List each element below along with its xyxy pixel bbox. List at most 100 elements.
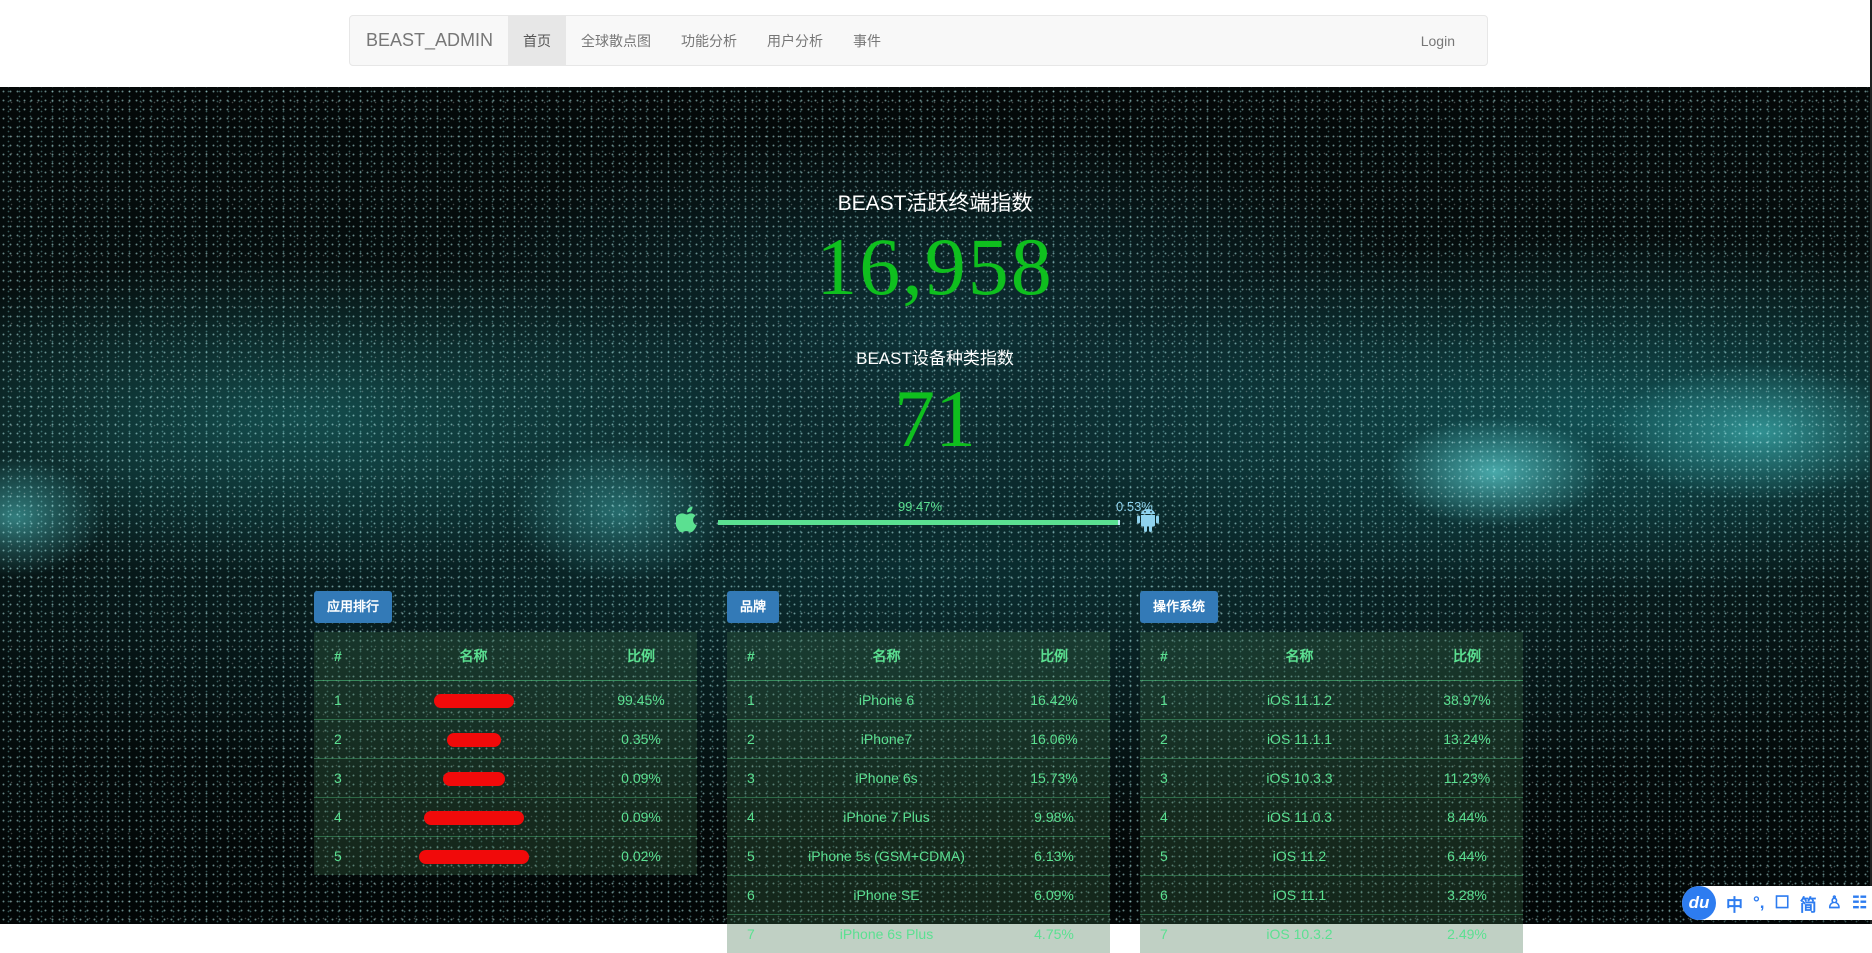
row-ratio: 0.35% xyxy=(585,720,697,759)
row-name xyxy=(362,681,585,720)
row-name: iPhone 7 Plus xyxy=(775,798,998,837)
row-rank: 6 xyxy=(1140,876,1188,915)
active-terminal-value: 16,958 xyxy=(0,220,1870,314)
table-row: 6 iOS 11.1 3.28% xyxy=(1140,876,1523,915)
ios-percentage: 99.47% xyxy=(880,499,960,514)
row-name: iOS 10.3.3 xyxy=(1188,759,1411,798)
row-ratio: 16.06% xyxy=(998,720,1110,759)
app-ranking-table: # 名称 比例 1 99.45% 2 0.35% 3 0.09% 4 0.09%… xyxy=(314,632,697,875)
row-rank: 4 xyxy=(314,798,362,837)
redacted-name xyxy=(424,811,524,825)
nav-spacer xyxy=(896,16,1406,65)
top-header: BEAST_ADMIN 首页 全球散点图 功能分析 用户分析 事件 Login xyxy=(0,0,1872,87)
os-panel: 操作系统 # 名称 比例 1 iOS 11.1.2 38.97% 2 iOS 1… xyxy=(1140,591,1523,953)
row-name: iPhone 6s xyxy=(775,759,998,798)
row-rank: 3 xyxy=(314,759,362,798)
row-name: iPhone SE xyxy=(775,876,998,915)
table-row: 6 iPhone SE 6.09% xyxy=(727,876,1110,915)
nav-item-home[interactable]: 首页 xyxy=(508,16,566,65)
row-rank: 2 xyxy=(727,720,775,759)
row-rank: 7 xyxy=(1140,915,1188,953)
table-header-row: # 名称 比例 xyxy=(727,632,1110,681)
table-row: 3 iPhone 6s 15.73% xyxy=(727,759,1110,798)
os-table: # 名称 比例 1 iOS 11.1.2 38.97% 2 iOS 11.1.1… xyxy=(1140,632,1523,953)
table-row: 5 iOS 11.2 6.44% xyxy=(1140,837,1523,876)
redacted-name xyxy=(419,850,529,864)
nav-item-user-analysis[interactable]: 用户分析 xyxy=(752,16,838,65)
table-header-row: # 名称 比例 xyxy=(1140,632,1523,681)
row-name: iPhone7 xyxy=(775,720,998,759)
row-ratio: 3.28% xyxy=(1411,876,1523,915)
row-rank: 6 xyxy=(727,876,775,915)
col-ratio: 比例 xyxy=(1411,632,1523,681)
app-ranking-button[interactable]: 应用排行 xyxy=(314,591,392,623)
apple-icon xyxy=(676,505,700,533)
col-rank: # xyxy=(314,632,362,681)
brand-link[interactable]: BEAST_ADMIN xyxy=(350,16,508,65)
row-ratio: 13.24% xyxy=(1411,720,1523,759)
nav-item-events[interactable]: 事件 xyxy=(838,16,896,65)
col-ratio: 比例 xyxy=(998,632,1110,681)
table-row: 4 iPhone 7 Plus 9.98% xyxy=(727,798,1110,837)
row-ratio: 0.09% xyxy=(585,798,697,837)
row-rank: 2 xyxy=(314,720,362,759)
ime-punctuation-button[interactable]: °, xyxy=(1753,893,1765,913)
nav-item-global-scatter[interactable]: 全球散点图 xyxy=(566,16,666,65)
row-name: iPhone 6 xyxy=(775,681,998,720)
row-rank: 4 xyxy=(727,798,775,837)
ime-toolbar: du 中 °, ☐ 简 ♙ ☷ xyxy=(1682,886,1872,920)
nav-item-feature-analysis[interactable]: 功能分析 xyxy=(666,16,752,65)
ime-chinese-mode-button[interactable]: 中 xyxy=(1726,891,1743,916)
row-ratio: 0.02% xyxy=(585,837,697,876)
ime-grid-icon[interactable]: ☷ xyxy=(1852,893,1867,913)
brand-table: # 名称 比例 1 iPhone 6 16.42% 2 iPhone7 16.0… xyxy=(727,632,1110,953)
device-type-value: 71 xyxy=(0,372,1870,466)
row-ratio: 2.49% xyxy=(1411,915,1523,953)
table-row: 7 iOS 10.3.2 2.49% xyxy=(1140,915,1523,953)
row-name: iOS 11.1 xyxy=(1188,876,1411,915)
table-row: 1 iOS 11.1.2 38.97% xyxy=(1140,681,1523,720)
brand-button[interactable]: 品牌 xyxy=(727,591,779,623)
row-ratio: 38.97% xyxy=(1411,681,1523,720)
app-ranking-panel: 应用排行 # 名称 比例 1 99.45% 2 0.35% 3 0.09% 4 … xyxy=(314,591,697,875)
row-rank: 3 xyxy=(1140,759,1188,798)
ime-simplified-button[interactable]: 简 xyxy=(1800,891,1817,916)
row-ratio: 99.45% xyxy=(585,681,697,720)
baidu-ime-logo[interactable]: du xyxy=(1682,886,1716,920)
row-ratio: 6.44% xyxy=(1411,837,1523,876)
row-name: iOS 11.1.1 xyxy=(1188,720,1411,759)
table-row: 2 iOS 11.1.1 13.24% xyxy=(1140,720,1523,759)
row-rank: 5 xyxy=(1140,837,1188,876)
table-row: 5 0.02% xyxy=(314,837,697,876)
row-rank: 1 xyxy=(727,681,775,720)
row-ratio: 8.44% xyxy=(1411,798,1523,837)
row-rank: 2 xyxy=(1140,720,1188,759)
ime-user-icon[interactable]: ♙ xyxy=(1827,893,1842,913)
os-button[interactable]: 操作系统 xyxy=(1140,591,1218,623)
table-row: 4 0.09% xyxy=(314,798,697,837)
table-row: 1 99.45% xyxy=(314,681,697,720)
table-row: 3 0.09% xyxy=(314,759,697,798)
table-row: 2 iPhone7 16.06% xyxy=(727,720,1110,759)
row-name xyxy=(362,837,585,876)
table-row: 2 0.35% xyxy=(314,720,697,759)
row-name: iOS 10.3.2 xyxy=(1188,915,1411,953)
col-rank: # xyxy=(1140,632,1188,681)
row-ratio: 16.42% xyxy=(998,681,1110,720)
ime-keyboard-icon[interactable]: ☐ xyxy=(1775,893,1790,913)
row-name: iPhone 5s (GSM+CDMA) xyxy=(775,837,998,876)
table-row: 4 iOS 11.0.3 8.44% xyxy=(1140,798,1523,837)
col-rank: # xyxy=(727,632,775,681)
table-row: 7 iPhone 6s Plus 4.75% xyxy=(727,915,1110,953)
row-rank: 5 xyxy=(314,837,362,876)
table-row: 5 iPhone 5s (GSM+CDMA) 6.13% xyxy=(727,837,1110,876)
login-link[interactable]: Login xyxy=(1406,16,1487,65)
col-name: 名称 xyxy=(775,632,998,681)
row-name xyxy=(362,720,585,759)
col-name: 名称 xyxy=(1188,632,1411,681)
col-ratio: 比例 xyxy=(585,632,697,681)
row-ratio: 4.75% xyxy=(998,915,1110,953)
row-rank: 4 xyxy=(1140,798,1188,837)
active-terminal-title: BEAST活跃终端指数 xyxy=(0,187,1870,217)
android-icon xyxy=(1137,507,1159,533)
